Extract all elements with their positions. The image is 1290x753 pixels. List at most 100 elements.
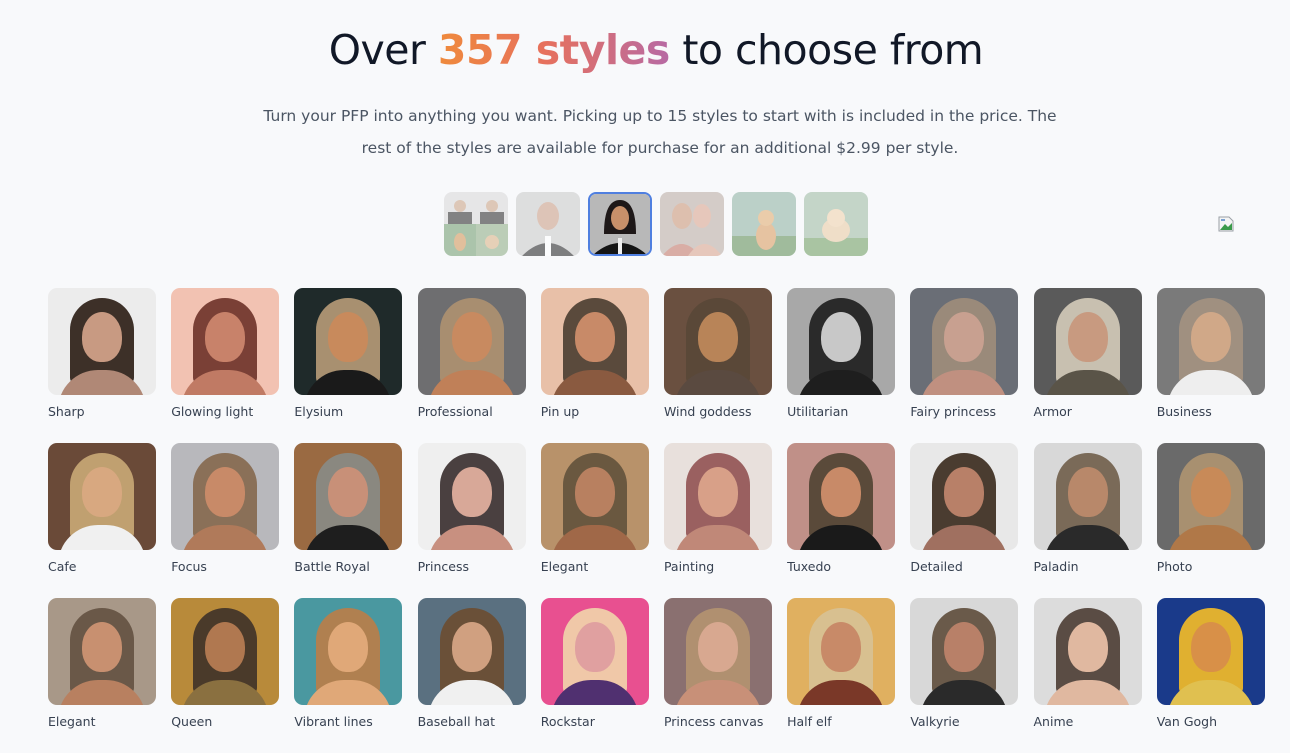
style-label: Armor: [1033, 404, 1072, 419]
style-label: Pin up: [540, 404, 580, 419]
portrait-face: [697, 467, 738, 517]
style-card-princess-canvas[interactable]: Princess canvas: [663, 598, 772, 753]
portrait-face: [1067, 622, 1108, 672]
style-label: Van Gogh: [1156, 714, 1218, 729]
thumbnail-man-tuxedo[interactable]: [516, 192, 580, 256]
style-card-sharp[interactable]: Sharp: [48, 288, 156, 443]
style-label: Paladin: [1033, 559, 1079, 574]
style-label: Battle Royal: [294, 559, 370, 574]
portrait-face: [205, 622, 246, 672]
portrait-face: [821, 312, 862, 362]
style-label: Baseball hat: [417, 714, 495, 729]
title-suffix: to choose from: [669, 26, 984, 74]
portrait-face: [205, 312, 246, 362]
style-preview-image: [1156, 443, 1265, 550]
thumbnail-cat[interactable]: [732, 192, 796, 256]
style-card-paladin[interactable]: Paladin: [1033, 443, 1142, 598]
thumbnail-woman-tuxedo[interactable]: [588, 192, 652, 256]
style-preview-image: [787, 288, 896, 395]
portrait-face: [82, 312, 122, 362]
thumbnail-dog[interactable]: [804, 192, 868, 256]
style-card-elegant[interactable]: Elegant: [540, 443, 649, 598]
style-grid: Sharp Glowing light Elysium Professional…: [48, 288, 1265, 753]
style-label: Professional: [417, 404, 493, 419]
style-label: Cafe: [48, 559, 77, 574]
style-label: Vibrant lines: [294, 714, 373, 729]
style-card-anime[interactable]: Anime: [1033, 598, 1142, 753]
style-card-professional[interactable]: Professional: [417, 288, 526, 443]
style-label: Half elf: [787, 714, 832, 729]
style-card-baseball-hat[interactable]: Baseball hat: [417, 598, 526, 753]
page-description: Turn your PFP into anything you want. Pi…: [263, 107, 1057, 157]
style-card-fairy-princess[interactable]: Fairy princess: [910, 288, 1019, 443]
style-card-focus[interactable]: Focus: [171, 443, 280, 598]
style-card-rockstar[interactable]: Rockstar: [540, 598, 649, 753]
style-card-cafe[interactable]: Cafe: [48, 443, 156, 598]
cat-image: [732, 192, 796, 256]
style-preview-image: [540, 598, 649, 705]
page-title: Over 357 styles to choose from: [0, 26, 1290, 74]
style-card-pin-up[interactable]: Pin up: [540, 288, 649, 443]
style-card-glowing-light[interactable]: Glowing light: [171, 288, 280, 443]
thumbnail-couple[interactable]: [660, 192, 724, 256]
style-card-vibrant-lines[interactable]: Vibrant lines: [294, 598, 403, 753]
style-card-valkyrie[interactable]: Valkyrie: [910, 598, 1019, 753]
portrait-face: [451, 467, 492, 517]
style-label: Valkyrie: [910, 714, 960, 729]
style-card-photo[interactable]: Photo: [1156, 443, 1265, 598]
portrait-face: [697, 312, 738, 362]
portrait-face: [1190, 312, 1231, 362]
style-card-detailed[interactable]: Detailed: [910, 443, 1019, 598]
style-preview-image: [787, 443, 896, 550]
man-tuxedo-image: [516, 192, 580, 256]
style-preview-image: [294, 288, 403, 395]
style-preview-image: [417, 598, 526, 705]
portrait-face: [697, 622, 738, 672]
style-preview-image: [171, 288, 280, 395]
style-label: Elegant: [48, 714, 96, 729]
broken-image-icon: [1218, 216, 1234, 232]
style-label: Glowing light: [171, 404, 254, 419]
style-card-painting[interactable]: Painting: [663, 443, 772, 598]
style-label: Wind goddess: [663, 404, 752, 419]
style-preview-image: [910, 443, 1019, 550]
portrait-face: [328, 622, 369, 672]
style-card-half-elf[interactable]: Half elf: [787, 598, 896, 753]
style-card-battle-royal[interactable]: Battle Royal: [294, 443, 403, 598]
style-preview-image: [787, 598, 896, 705]
style-label: Princess canvas: [663, 714, 764, 729]
thumbnail-collage[interactable]: [444, 192, 508, 256]
portrait-face: [82, 467, 122, 517]
style-label: Tuxedo: [787, 559, 832, 574]
style-preview-image: [417, 288, 526, 395]
style-preview-image: [540, 443, 649, 550]
title-prefix: Over: [328, 26, 438, 74]
woman-tuxedo-image: [590, 194, 650, 254]
style-card-queen[interactable]: Queen: [171, 598, 280, 753]
style-card-elysium[interactable]: Elysium: [294, 288, 403, 443]
style-card-van-gogh[interactable]: Van Gogh: [1156, 598, 1265, 753]
style-label: Utilitarian: [787, 404, 849, 419]
style-preview-image: [1033, 598, 1142, 705]
style-preview-image: [663, 598, 772, 705]
style-preview-image: [48, 288, 156, 395]
portrait-face: [944, 622, 985, 672]
style-card-tuxedo[interactable]: Tuxedo: [787, 443, 896, 598]
style-card-business[interactable]: Business: [1156, 288, 1265, 443]
style-preview-image: [417, 443, 526, 550]
portrait-face: [574, 312, 615, 362]
style-preview-image: [910, 288, 1019, 395]
portrait-face: [1190, 622, 1231, 672]
portrait-face: [82, 622, 122, 672]
style-preview-image: [171, 443, 280, 550]
style-preview-image: [910, 598, 1019, 705]
style-card-elegant[interactable]: Elegant: [48, 598, 156, 753]
style-card-wind-goddess[interactable]: Wind goddess: [663, 288, 772, 443]
portrait-face: [944, 467, 985, 517]
portrait-face: [328, 312, 369, 362]
style-card-princess[interactable]: Princess: [417, 443, 526, 598]
style-preview-image: [171, 598, 280, 705]
style-card-utilitarian[interactable]: Utilitarian: [787, 288, 896, 443]
style-card-armor[interactable]: Armor: [1033, 288, 1142, 443]
style-label: Elegant: [540, 559, 589, 574]
